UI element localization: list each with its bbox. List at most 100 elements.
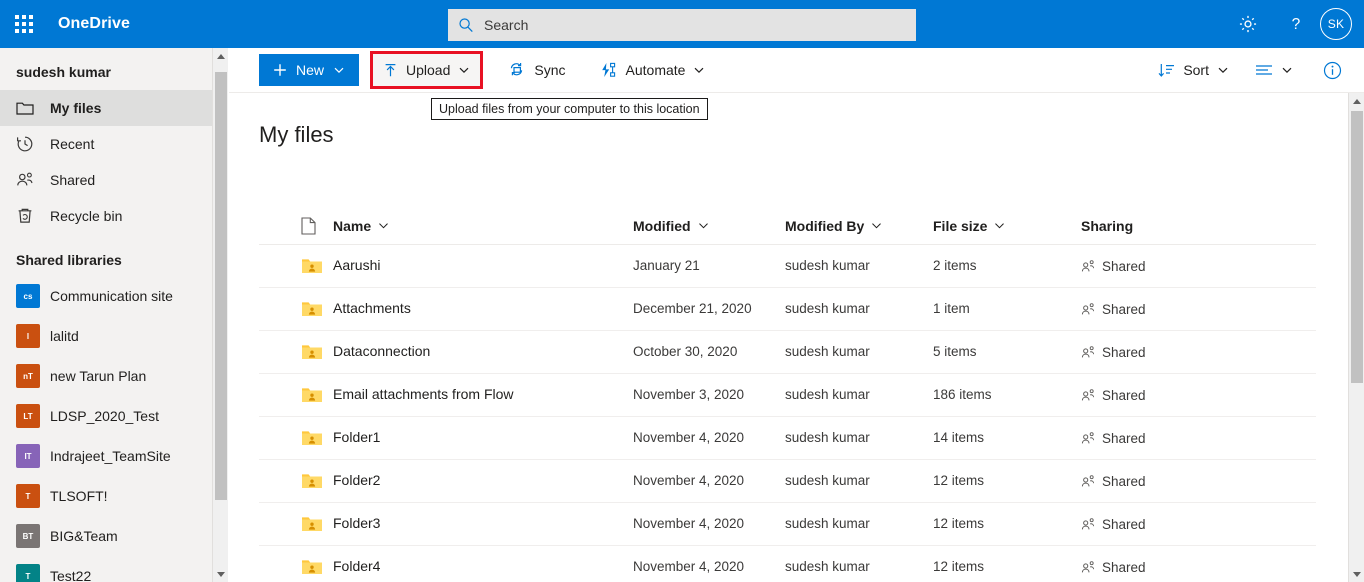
column-header-label: Modified By [785, 217, 865, 234]
shared-people-icon [1081, 475, 1095, 487]
sidebar-item-label: Recent [50, 136, 95, 152]
file-name[interactable]: Email attachments from Flow [333, 386, 514, 402]
file-name[interactable]: Aarushi [333, 257, 380, 273]
chevron-down-icon [334, 67, 344, 74]
scroll-up-arrow[interactable] [1349, 93, 1364, 109]
automate-button-label: Automate [625, 62, 686, 78]
column-header-name[interactable]: Name [333, 218, 633, 234]
column-header-modified-by[interactable]: Modified By [785, 218, 933, 234]
plus-icon [274, 64, 286, 76]
file-name[interactable]: Folder2 [333, 472, 380, 488]
chevron-down-icon [459, 67, 469, 74]
automate-button[interactable]: Automate [590, 54, 716, 86]
file-size: 12 items [933, 516, 985, 531]
file-modified-by: sudesh kumar [785, 516, 870, 531]
sidebar-library-new-tarun-plan[interactable]: nT new Tarun Plan [0, 356, 212, 396]
search-box[interactable] [448, 9, 916, 41]
column-header-file-size[interactable]: File size [933, 218, 1081, 234]
people-icon [16, 171, 40, 189]
content-scrollbar[interactable] [1348, 93, 1364, 582]
sidebar-item-recent[interactable]: Recent [0, 126, 212, 162]
table-header-row: Name Modified Modified By File size Shar… [259, 207, 1316, 245]
column-header-modified[interactable]: Modified [633, 218, 785, 234]
sidebar-item-recycle-bin[interactable]: Recycle bin [0, 198, 212, 234]
upload-button[interactable]: Upload [370, 51, 484, 89]
file-sharing-status: Shared [1102, 430, 1146, 446]
file-list-area: My files Name Modified Modified By File … [229, 93, 1348, 582]
column-header-sharing[interactable]: Sharing [1081, 218, 1133, 234]
shared-libraries-heading: Shared libraries [16, 252, 122, 268]
sidebar: sudesh kumar My files Recent Shared Recy… [0, 48, 212, 582]
table-row[interactable]: Folder4 November 4, 2020 sudesh kumar 12… [259, 546, 1316, 582]
scroll-down-arrow[interactable] [213, 566, 229, 582]
details-button[interactable] [1313, 54, 1352, 86]
sidebar-library-communication-site[interactable]: cs Communication site [0, 276, 212, 316]
scrollbar-thumb[interactable] [215, 72, 227, 500]
sidebar-item-my-files[interactable]: My files [0, 90, 212, 126]
sort-button-label: Sort [1183, 62, 1209, 78]
chevron-down-icon [698, 223, 708, 229]
chevron-down-icon [872, 223, 882, 229]
file-sharing-status: Shared [1102, 559, 1146, 575]
table-row[interactable]: Folder2 November 4, 2020 sudesh kumar 12… [259, 460, 1316, 503]
sidebar-library-test22[interactable]: T Test22 [0, 556, 212, 582]
library-tile-icon: cs [16, 284, 40, 308]
file-type-column-header[interactable] [259, 216, 333, 235]
gear-icon [1239, 15, 1257, 33]
sidebar-library-tlsoft[interactable]: T TLSOFT! [0, 476, 212, 516]
file-modified: November 4, 2020 [633, 516, 745, 531]
sidebar-item-shared[interactable]: Shared [0, 162, 212, 198]
search-input[interactable] [484, 11, 906, 39]
sidebar-library-ldsp-2020-test[interactable]: LT LDSP_2020_Test [0, 396, 212, 436]
new-button[interactable]: New [259, 54, 360, 86]
scroll-up-arrow[interactable] [213, 48, 229, 64]
table-row[interactable]: Folder3 November 4, 2020 sudesh kumar 12… [259, 503, 1316, 546]
brand-title[interactable]: OneDrive [58, 15, 130, 33]
file-name[interactable]: Folder4 [333, 558, 380, 574]
table-row[interactable]: Folder1 November 4, 2020 sudesh kumar 14… [259, 417, 1316, 460]
upload-tooltip: Upload files from your computer to this … [431, 98, 708, 120]
library-tile-icon: nT [16, 364, 40, 388]
file-sharing-status: Shared [1102, 473, 1146, 489]
help-button[interactable]: ? [1272, 0, 1320, 48]
table-row[interactable]: Dataconnection October 30, 2020 sudesh k… [259, 331, 1316, 374]
settings-button[interactable] [1224, 0, 1272, 48]
sidebar-library-big-team[interactable]: BT BIG&Team [0, 516, 212, 556]
sort-button[interactable]: Sort [1148, 54, 1239, 86]
shared-people-icon [1081, 432, 1095, 444]
shared-people-icon [1081, 260, 1095, 272]
view-options-button[interactable] [1245, 54, 1303, 86]
sync-button[interactable]: Sync [498, 54, 575, 86]
trash-icon [16, 207, 40, 225]
sidebar-library-indrajeet-teamsite[interactable]: IT Indrajeet_TeamSite [0, 436, 212, 476]
app-launcher-button[interactable] [0, 0, 48, 48]
table-row[interactable]: Aarushi January 21 sudesh kumar 2 items … [259, 245, 1316, 288]
file-modified: January 21 [633, 258, 700, 273]
sidebar-item-label: Shared [50, 172, 96, 188]
document-icon [301, 216, 316, 235]
file-modified: November 4, 2020 [633, 430, 745, 445]
file-modified-by: sudesh kumar [785, 387, 870, 402]
chevron-down-icon [1282, 67, 1292, 74]
sidebar-scrollbar[interactable] [212, 48, 228, 582]
shared-folder-icon [259, 429, 333, 447]
scroll-down-arrow[interactable] [1349, 566, 1364, 582]
file-name[interactable]: Folder3 [333, 515, 380, 531]
sidebar-library-label: TLSOFT! [50, 488, 108, 504]
table-row[interactable]: Attachments December 21, 2020 sudesh kum… [259, 288, 1316, 331]
avatar[interactable]: SK [1320, 8, 1352, 40]
library-tile-icon: BT [16, 524, 40, 548]
table-row[interactable]: Email attachments from Flow November 3, … [259, 374, 1316, 417]
file-name[interactable]: Attachments [333, 300, 411, 316]
folder-icon [16, 101, 40, 116]
file-modified: December 21, 2020 [633, 301, 752, 316]
sidebar-library-lalitd[interactable]: l lalitd [0, 316, 212, 356]
command-bar-right: Sort [1148, 54, 1356, 86]
sidebar-item-label: My files [50, 100, 102, 116]
shared-people-icon [1081, 561, 1095, 573]
file-name[interactable]: Folder1 [333, 429, 380, 445]
chevron-down-icon [695, 67, 704, 74]
scrollbar-thumb[interactable] [1351, 111, 1363, 383]
file-name[interactable]: Dataconnection [333, 343, 430, 359]
column-header-label: Modified [633, 217, 691, 234]
